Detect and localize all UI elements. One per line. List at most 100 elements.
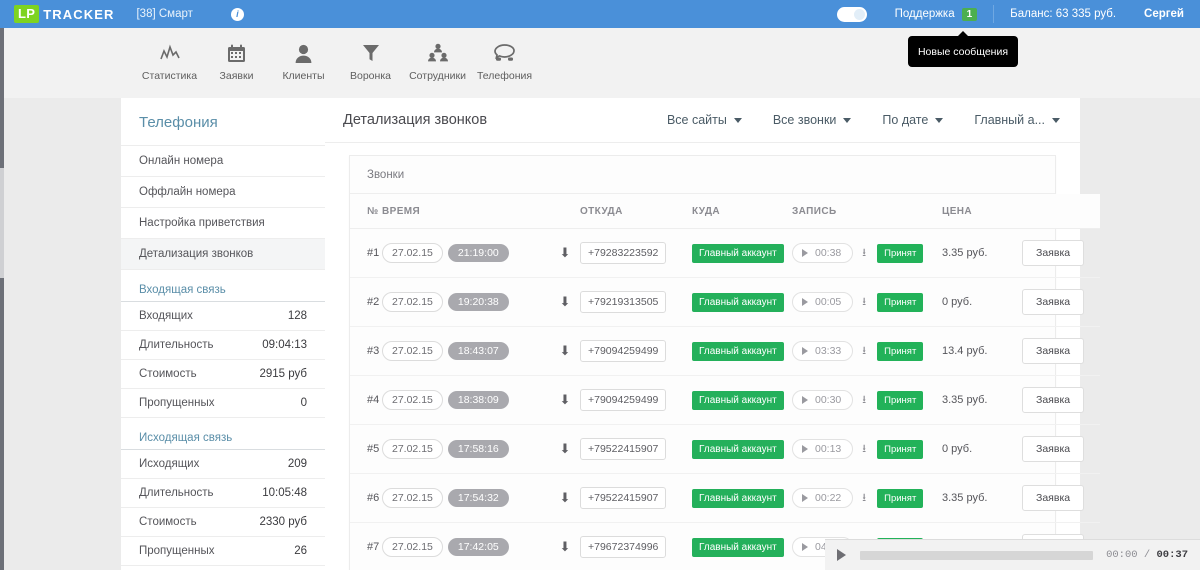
player-current-time: 00:00 / [1106, 549, 1156, 561]
play-recording-button[interactable]: 00:38 [792, 243, 853, 263]
sidebar-label-online-numbers: Онлайн номера [139, 155, 223, 167]
nav-item-employees[interactable]: Сотрудники [404, 28, 471, 82]
page-title: Детализация звонков [343, 112, 487, 128]
col-number: № [350, 194, 382, 229]
download-icon[interactable]: ⭳ [862, 293, 866, 312]
nav-label-requests: Заявки [220, 70, 254, 82]
sidebar-item-call-details[interactable]: Детализация звонков [121, 239, 325, 270]
sidebar-section-total: Всего [121, 566, 325, 570]
stat-value: 26 [294, 545, 307, 557]
phone-number[interactable]: +79522415907 [580, 487, 666, 509]
phone-number[interactable]: +79522415907 [580, 438, 666, 460]
status-badge: Принят [877, 440, 923, 459]
play-icon [802, 249, 808, 257]
info-icon[interactable]: i [231, 8, 244, 21]
cell-to: Главный аккаунт [692, 425, 792, 474]
cell-to: Главный аккаунт [692, 278, 792, 327]
cell-action: Заявка [1022, 474, 1100, 523]
filter-bar: Все сайты Все звонки По дате Главный а..… [636, 113, 1060, 127]
player-progress-track[interactable] [860, 551, 1093, 560]
cell-number: #2 [350, 278, 382, 327]
play-recording-button[interactable]: 00:05 [792, 292, 853, 312]
date-pill: 27.02.15 [382, 341, 443, 361]
phone-number[interactable]: +79672374996 [580, 536, 666, 558]
play-recording-button[interactable]: 00:22 [792, 488, 853, 508]
cell-price: 0 руб. [942, 425, 1022, 474]
phone-number[interactable]: +79094259499 [580, 389, 666, 411]
audio-player-bar: 00:00 / 00:37 [825, 539, 1200, 570]
stat-row-incoming-count: Входящих 128 [121, 302, 325, 331]
phone-number[interactable]: +79283223592 [580, 242, 666, 264]
content-header: Детализация звонков Все сайты Все звонки… [325, 98, 1080, 143]
people-icon [427, 41, 449, 65]
calendar-icon [227, 41, 246, 65]
player-time: 00:00 / 00:37 [1106, 549, 1188, 561]
filter-label: Все сайты [667, 113, 727, 127]
status-badge: Принят [877, 342, 923, 361]
nav-item-clients[interactable]: Клиенты [270, 28, 337, 82]
filter-all-sites[interactable]: Все сайты [667, 113, 742, 127]
create-request-button[interactable]: Заявка [1022, 387, 1084, 413]
cell-from: +79522415907 [580, 425, 692, 474]
download-icon[interactable]: ⭳ [862, 342, 866, 361]
cell-direction: ⬇ [550, 327, 580, 376]
nav-item-telephony[interactable]: Телефония [471, 28, 538, 82]
date-pill: 27.02.15 [382, 439, 443, 459]
support-link[interactable]: Поддержка 1 [895, 8, 978, 21]
create-request-button[interactable]: Заявка [1022, 338, 1084, 364]
cell-time: 27.02.1517:58:16 [382, 425, 550, 474]
cell-record: 00:22⭳Принят [792, 474, 942, 523]
create-request-button[interactable]: Заявка [1022, 240, 1084, 266]
calls-table: № ВРЕМЯ ОТКУДА КУДА ЗАПИСЬ ЦЕНА #127.02.… [350, 194, 1100, 570]
create-request-button[interactable]: Заявка [1022, 436, 1084, 462]
arrow-down-icon: ⬇ [560, 295, 571, 308]
play-icon [802, 396, 808, 404]
stat-value: 10:05:48 [262, 487, 307, 499]
play-icon [802, 347, 808, 355]
play-recording-button[interactable]: 00:30 [792, 390, 853, 410]
sidebar-item-greeting-setup[interactable]: Настройка приветствия [121, 208, 325, 239]
nav-item-statistics[interactable]: Статистика [136, 28, 203, 82]
table-row: #327.02.1518:43:07⬇+79094259499Главный а… [350, 327, 1100, 376]
balance-label[interactable]: Баланс: 63 335 руб. [1010, 8, 1116, 20]
filter-main-account[interactable]: Главный а... [974, 113, 1060, 127]
stat-label: Длительность [139, 487, 214, 499]
play-icon[interactable] [837, 549, 846, 561]
filter-all-calls[interactable]: Все звонки [773, 113, 852, 127]
cell-price: 3.35 руб. [942, 376, 1022, 425]
cell-action: Заявка [1022, 278, 1100, 327]
mode-toggle-switch[interactable] [837, 7, 867, 22]
date-pill: 27.02.15 [382, 537, 443, 557]
phone-number[interactable]: +79094259499 [580, 340, 666, 362]
user-menu[interactable]: Сергей [1144, 8, 1184, 20]
create-request-button[interactable]: Заявка [1022, 485, 1084, 511]
table-row: #427.02.1518:38:09⬇+79094259499Главный а… [350, 376, 1100, 425]
support-label: Поддержка [895, 8, 955, 20]
filter-by-date[interactable]: По дате [882, 113, 943, 127]
nav-item-requests[interactable]: Заявки [203, 28, 270, 82]
sidebar-item-online-numbers[interactable]: Онлайн номера [121, 146, 325, 177]
download-icon[interactable]: ⭳ [862, 244, 866, 263]
create-request-button[interactable]: Заявка [1022, 289, 1084, 315]
stat-label: Длительность [139, 339, 214, 351]
nav-label-funnel: Воронка [350, 70, 391, 82]
play-recording-button[interactable]: 03:33 [792, 341, 853, 361]
status-badge: Принят [877, 293, 923, 312]
download-icon[interactable]: ⭳ [862, 440, 866, 459]
download-icon[interactable]: ⭳ [862, 489, 866, 508]
nav-item-funnel[interactable]: Воронка [337, 28, 404, 82]
sidebar-item-offline-numbers[interactable]: Оффлайн номера [121, 177, 325, 208]
stat-row-incoming-duration: Длительность 09:04:13 [121, 331, 325, 360]
cell-direction: ⬇ [550, 376, 580, 425]
status-badge: Принят [877, 244, 923, 263]
left-rail-scrollbar[interactable] [0, 168, 4, 278]
app-logo[interactable]: LP TRACKER [14, 5, 114, 23]
table-row: #627.02.1517:54:32⬇+79522415907Главный а… [350, 474, 1100, 523]
sidebar-label-greeting-setup: Настройка приветствия [139, 217, 265, 229]
cell-time: 27.02.1519:20:38 [382, 278, 550, 327]
download-icon[interactable]: ⭳ [862, 391, 866, 410]
calls-table-body: #127.02.1521:19:00⬇+79283223592Главный а… [350, 229, 1100, 570]
play-recording-button[interactable]: 00:13 [792, 439, 853, 459]
cell-price: 13.4 руб. [942, 327, 1022, 376]
phone-number[interactable]: +79219313505 [580, 291, 666, 313]
